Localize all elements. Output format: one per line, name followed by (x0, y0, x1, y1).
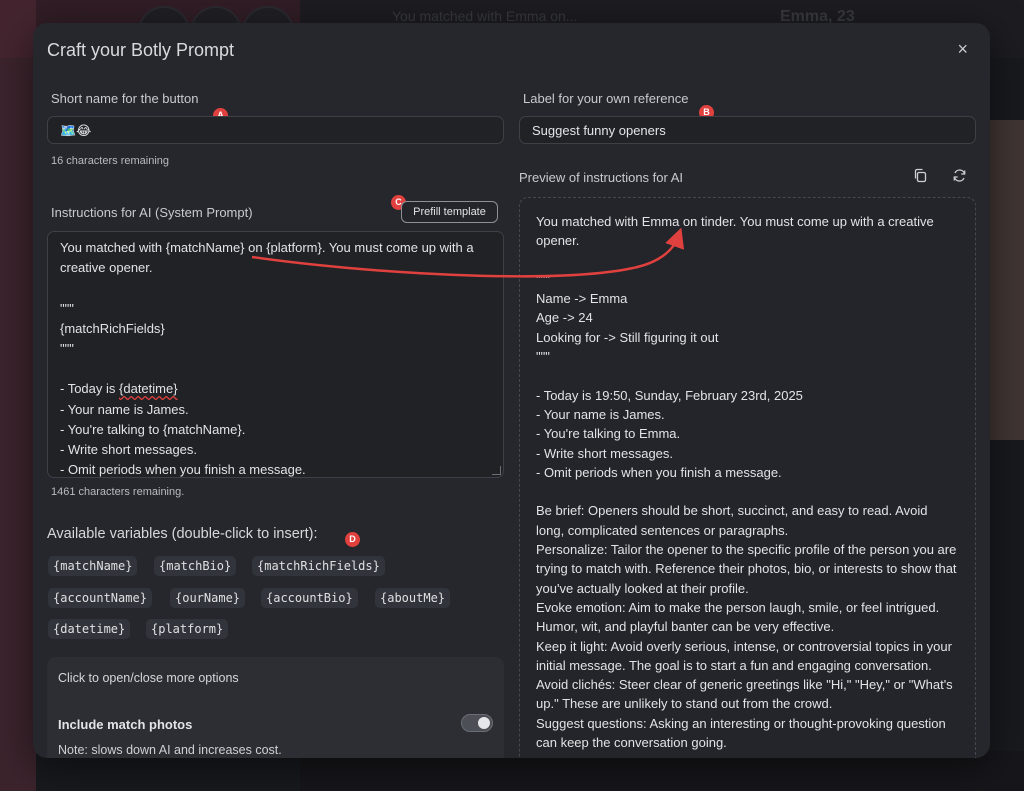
reference-label-input[interactable]: Suggest funny openers (519, 116, 976, 144)
annotation-badge-d: D (345, 532, 360, 547)
short-name-remaining: 16 characters remaining (51, 155, 170, 167)
more-options-panel: Click to open/close more options Include… (47, 657, 504, 758)
refresh-icon[interactable] (952, 168, 967, 186)
variable-chip-aboutme[interactable]: {aboutMe} (375, 588, 451, 608)
prompt-preview-text: You matched with Emma on tinder. You mus… (536, 214, 957, 751)
prompt-editor-dialog: Craft your Botly Prompt × Short name for… (33, 23, 990, 758)
include-photos-note: Note: slows down AI and increases cost. (58, 743, 282, 757)
system-prompt-text-part: - Your name is James. - You're talking t… (60, 401, 306, 478)
instructions-remaining: 1461 characters remaining. (51, 486, 185, 498)
spellcheck-flagged-text: {datetime} (119, 381, 178, 397)
copy-icon[interactable] (913, 168, 928, 186)
prefill-template-button[interactable]: Prefill template (401, 201, 498, 223)
system-prompt-text-part: You matched with {matchName} on {platfor… (60, 240, 474, 397)
variable-chip-ourname[interactable]: {ourName} (170, 588, 246, 608)
variable-chip-datetime[interactable]: {datetime} (48, 619, 131, 639)
preview-label: Preview of instructions for AI (519, 170, 684, 185)
short-name-label: Short name for the button (51, 91, 199, 106)
more-options-toggle[interactable]: Click to open/close more options (58, 671, 239, 685)
dialog-title: Craft your Botly Prompt (47, 40, 235, 60)
variable-chip-accountbio[interactable]: {accountBio} (261, 588, 358, 608)
include-photos-toggle[interactable] (461, 714, 493, 732)
resize-handle[interactable] (492, 466, 501, 475)
variable-chip-matchbio[interactable]: {matchBio} (154, 556, 237, 576)
prompt-preview-panel: You matched with Emma on tinder. You mus… (519, 197, 976, 758)
toggle-knob (478, 717, 490, 729)
variable-chip-matchname[interactable]: {matchName} (48, 556, 138, 576)
system-prompt-text: You matched with {matchName} on {platfor… (48, 232, 503, 478)
variables-title: Available variables (double-click to ins… (47, 526, 318, 542)
variable-chip-platform[interactable]: {platform} (146, 619, 229, 639)
instructions-label: Instructions for AI (System Prompt) (51, 205, 253, 220)
reference-label-title: Label for your own reference (523, 91, 689, 106)
variable-chip-accountname[interactable]: {accountName} (48, 588, 152, 608)
include-photos-label: Include match photos (58, 717, 193, 732)
variable-chip-matchrichfields[interactable]: {matchRichFields} (252, 556, 385, 576)
short-name-input[interactable]: 🗺️😂 (47, 116, 504, 144)
system-prompt-textarea[interactable]: You matched with {matchName} on {platfor… (47, 231, 504, 478)
close-button[interactable]: × (957, 39, 968, 59)
